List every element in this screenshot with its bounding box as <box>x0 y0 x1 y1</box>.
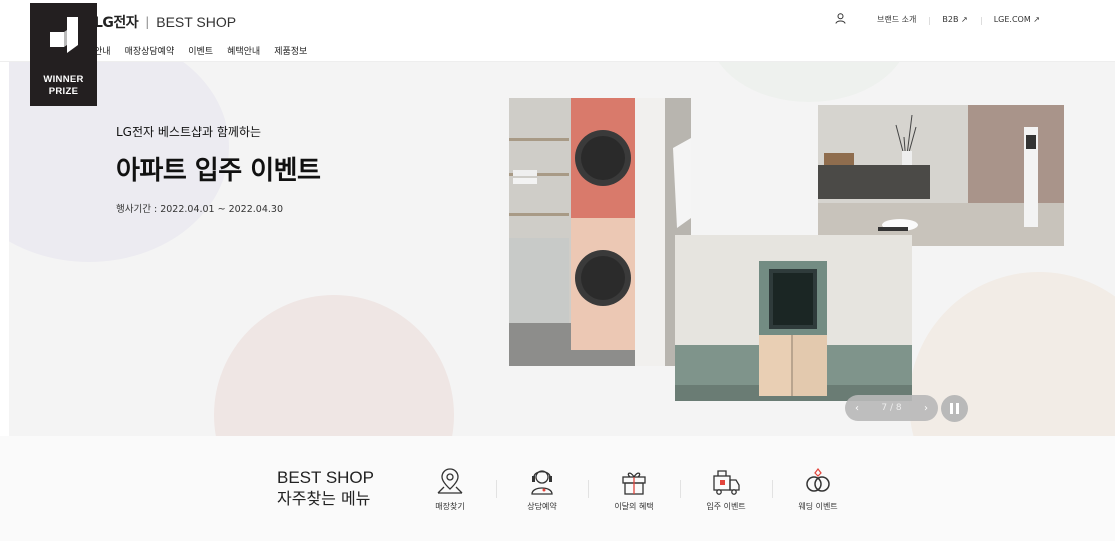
hero-title: 아파트 입주 이벤트 <box>116 156 321 186</box>
lgecom-link[interactable]: LGE.COM ↗ <box>980 15 1053 25</box>
pause-icon[interactable] <box>941 395 968 422</box>
main-navigation: 안내 매장상담예약 이벤트 혜택안내 제품정보 <box>94 44 307 57</box>
brand-logo[interactable]: LG전자 | BEST SHOP <box>94 12 236 32</box>
quick-item-label: 이달의 혜택 <box>614 502 654 511</box>
decor-circle <box>909 272 1115 436</box>
refrigerator-photo <box>675 235 912 401</box>
brand-shop-text: BEST SHOP <box>156 14 237 30</box>
site-header: LG전자 | BEST SHOP 안내 매장상담예약 이벤트 혜택안내 제품정보… <box>0 0 1115 62</box>
quick-item-monthly-benefit[interactable]: 이달의 혜택 <box>588 466 680 512</box>
nav-item-reservation[interactable]: 매장상담예약 <box>125 44 175 57</box>
utility-menu: 브랜드 소개 B2B ↗ LGE.COM ↗ <box>835 13 1053 26</box>
quick-item-move-in-event[interactable]: 입주 이벤트 <box>680 466 772 512</box>
gift-icon <box>622 472 646 495</box>
badge-line2: PRIZE <box>48 86 79 97</box>
quick-item-label: 웨딩 이벤트 <box>798 502 838 511</box>
prev-slide-icon[interactable]: ‹ <box>855 403 859 414</box>
moving-truck-icon <box>713 470 740 495</box>
living-room-photo <box>818 105 1064 246</box>
quick-item-label: 상담예약 <box>527 502 557 511</box>
slide-controls: ‹ 7 / 8 › <box>845 395 938 421</box>
quick-item-store-finder[interactable]: 매장찾기 <box>404 466 496 512</box>
hero-banner: LG전자 베스트샵과 함께하는 아파트 입주 이벤트 행사기간 : 2022.0… <box>9 62 1115 436</box>
hero-subtitle: LG전자 베스트샵과 함께하는 <box>116 125 262 139</box>
quick-menu: BEST SHOP 자주찾는 메뉴 매장찾기 상담예약 이달의 혜택 입주 이벤… <box>0 436 1115 541</box>
award-logo-icon <box>50 17 78 53</box>
quick-title-en: BEST SHOP <box>277 468 374 487</box>
quick-item-wedding-event[interactable]: 웨딩 이벤트 <box>772 466 864 512</box>
brand-intro-link[interactable]: 브랜드 소개 <box>864 14 929 25</box>
quick-menu-list: 매장찾기 상담예약 이달의 혜택 입주 이벤트 웨딩 이벤트 <box>404 466 864 512</box>
nav-item-products[interactable]: 제품정보 <box>274 44 307 57</box>
brand-lg-text: LG전자 <box>94 15 139 31</box>
consultant-icon <box>531 470 553 495</box>
quick-item-label: 매장찾기 <box>435 502 465 511</box>
next-slide-icon[interactable]: › <box>924 403 928 414</box>
brand-separator: | <box>145 15 150 29</box>
quick-menu-title: BEST SHOP 자주찾는 메뉴 <box>277 467 374 509</box>
badge-line1: WINNER <box>43 74 84 85</box>
nav-item-event[interactable]: 이벤트 <box>188 44 213 57</box>
quick-item-label: 입주 이벤트 <box>706 502 746 511</box>
quick-item-consultation[interactable]: 상담예약 <box>496 466 588 512</box>
wedding-rings-icon <box>806 468 830 492</box>
slide-pager: 7 / 8 <box>881 403 902 413</box>
hero-date: 행사기간 : 2022.04.01 ~ 2022.04.30 <box>116 204 283 215</box>
quick-title-ko: 자주찾는 메뉴 <box>277 489 371 508</box>
b2b-link[interactable]: B2B ↗ <box>929 15 980 25</box>
decor-circle <box>709 62 909 102</box>
user-icon[interactable] <box>835 13 864 26</box>
nav-item-benefits[interactable]: 혜택안내 <box>227 44 260 57</box>
award-badge: WINNER PRIZE <box>30 3 97 106</box>
decor-circle <box>214 295 454 436</box>
map-pin-icon <box>437 468 463 494</box>
washtower-photo <box>509 98 691 366</box>
